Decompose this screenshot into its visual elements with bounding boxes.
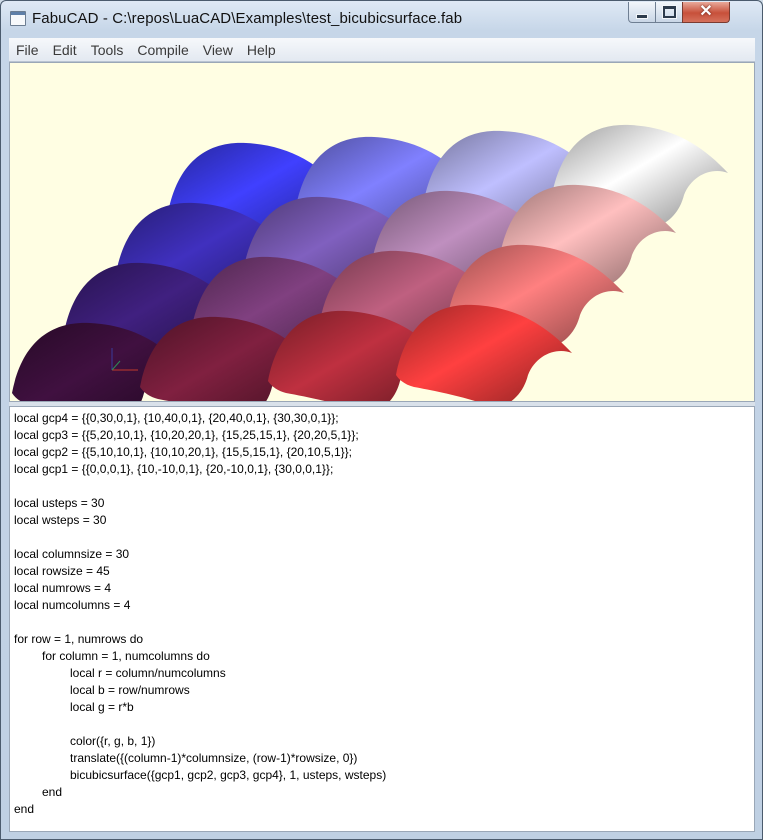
maximize-button[interactable] bbox=[655, 2, 683, 23]
app-window: FabuCAD - C:\repos\LuaCAD\Examples\test_… bbox=[0, 0, 763, 840]
menu-compile[interactable]: Compile bbox=[130, 42, 195, 58]
menu-help[interactable]: Help bbox=[240, 42, 283, 58]
menu-tools[interactable]: Tools bbox=[84, 42, 131, 58]
code-line: local gcp3 = {{5,20,10,1}, {10,20,20,1},… bbox=[14, 428, 359, 442]
code-line: local usteps = 30 bbox=[14, 496, 105, 510]
menu-edit[interactable]: Edit bbox=[46, 42, 84, 58]
code-text: local gcp4 = {{0,30,0,1}, {10,40,0,1}, {… bbox=[14, 410, 386, 818]
rendered-surfaces bbox=[12, 124, 728, 401]
code-line: local g = r*b bbox=[70, 700, 134, 714]
close-button[interactable]: ✕ bbox=[682, 2, 730, 23]
code-line: local gcp1 = {{0,0,0,1}, {10,-10,0,1}, {… bbox=[14, 462, 334, 476]
code-line: end bbox=[42, 785, 63, 799]
menu-file[interactable]: File bbox=[9, 42, 46, 58]
code-line: local rowsize = 45 bbox=[14, 564, 110, 578]
menu-view[interactable]: View bbox=[196, 42, 240, 58]
code-line: local numcolumns = 4 bbox=[14, 598, 131, 612]
minimize-button[interactable] bbox=[628, 2, 656, 23]
minimize-icon bbox=[636, 13, 648, 19]
code-line: local numrows = 4 bbox=[14, 581, 112, 595]
close-icon: ✕ bbox=[699, 3, 713, 20]
maximize-icon bbox=[662, 6, 676, 18]
code-line: local gcp4 = {{0,30,0,1}, {10,40,0,1}, {… bbox=[14, 411, 339, 425]
code-editor[interactable]: local gcp4 = {{0,30,0,1}, {10,40,0,1}, {… bbox=[9, 406, 755, 832]
code-line: translate({(column-1)*columnsize, (row-1… bbox=[70, 751, 358, 765]
code-line: local columnsize = 30 bbox=[14, 547, 130, 561]
code-line: local r = column/numcolumns bbox=[70, 666, 226, 680]
code-line: local gcp2 = {{5,10,10,1}, {10,10,20,1},… bbox=[14, 445, 352, 459]
code-line: for row = 1, numrows do bbox=[14, 632, 144, 646]
menu-bar: File Edit Tools Compile View Help bbox=[9, 38, 755, 62]
app-window-icon[interactable] bbox=[10, 11, 26, 26]
code-line: for column = 1, numcolumns do bbox=[42, 649, 210, 663]
title-bar[interactable]: FabuCAD - C:\repos\LuaCAD\Examples\test_… bbox=[1, 1, 762, 37]
code-line: color({r, g, b, 1}) bbox=[70, 734, 156, 748]
code-line: local b = row/numrows bbox=[70, 683, 190, 697]
code-line: end bbox=[14, 802, 35, 816]
window-title: FabuCAD - C:\repos\LuaCAD\Examples\test_… bbox=[32, 10, 463, 27]
3d-viewport[interactable] bbox=[9, 62, 755, 402]
code-line: local wsteps = 30 bbox=[14, 513, 107, 527]
code-line: bicubicsurface({gcp1, gcp2, gcp3, gcp4},… bbox=[70, 768, 387, 782]
